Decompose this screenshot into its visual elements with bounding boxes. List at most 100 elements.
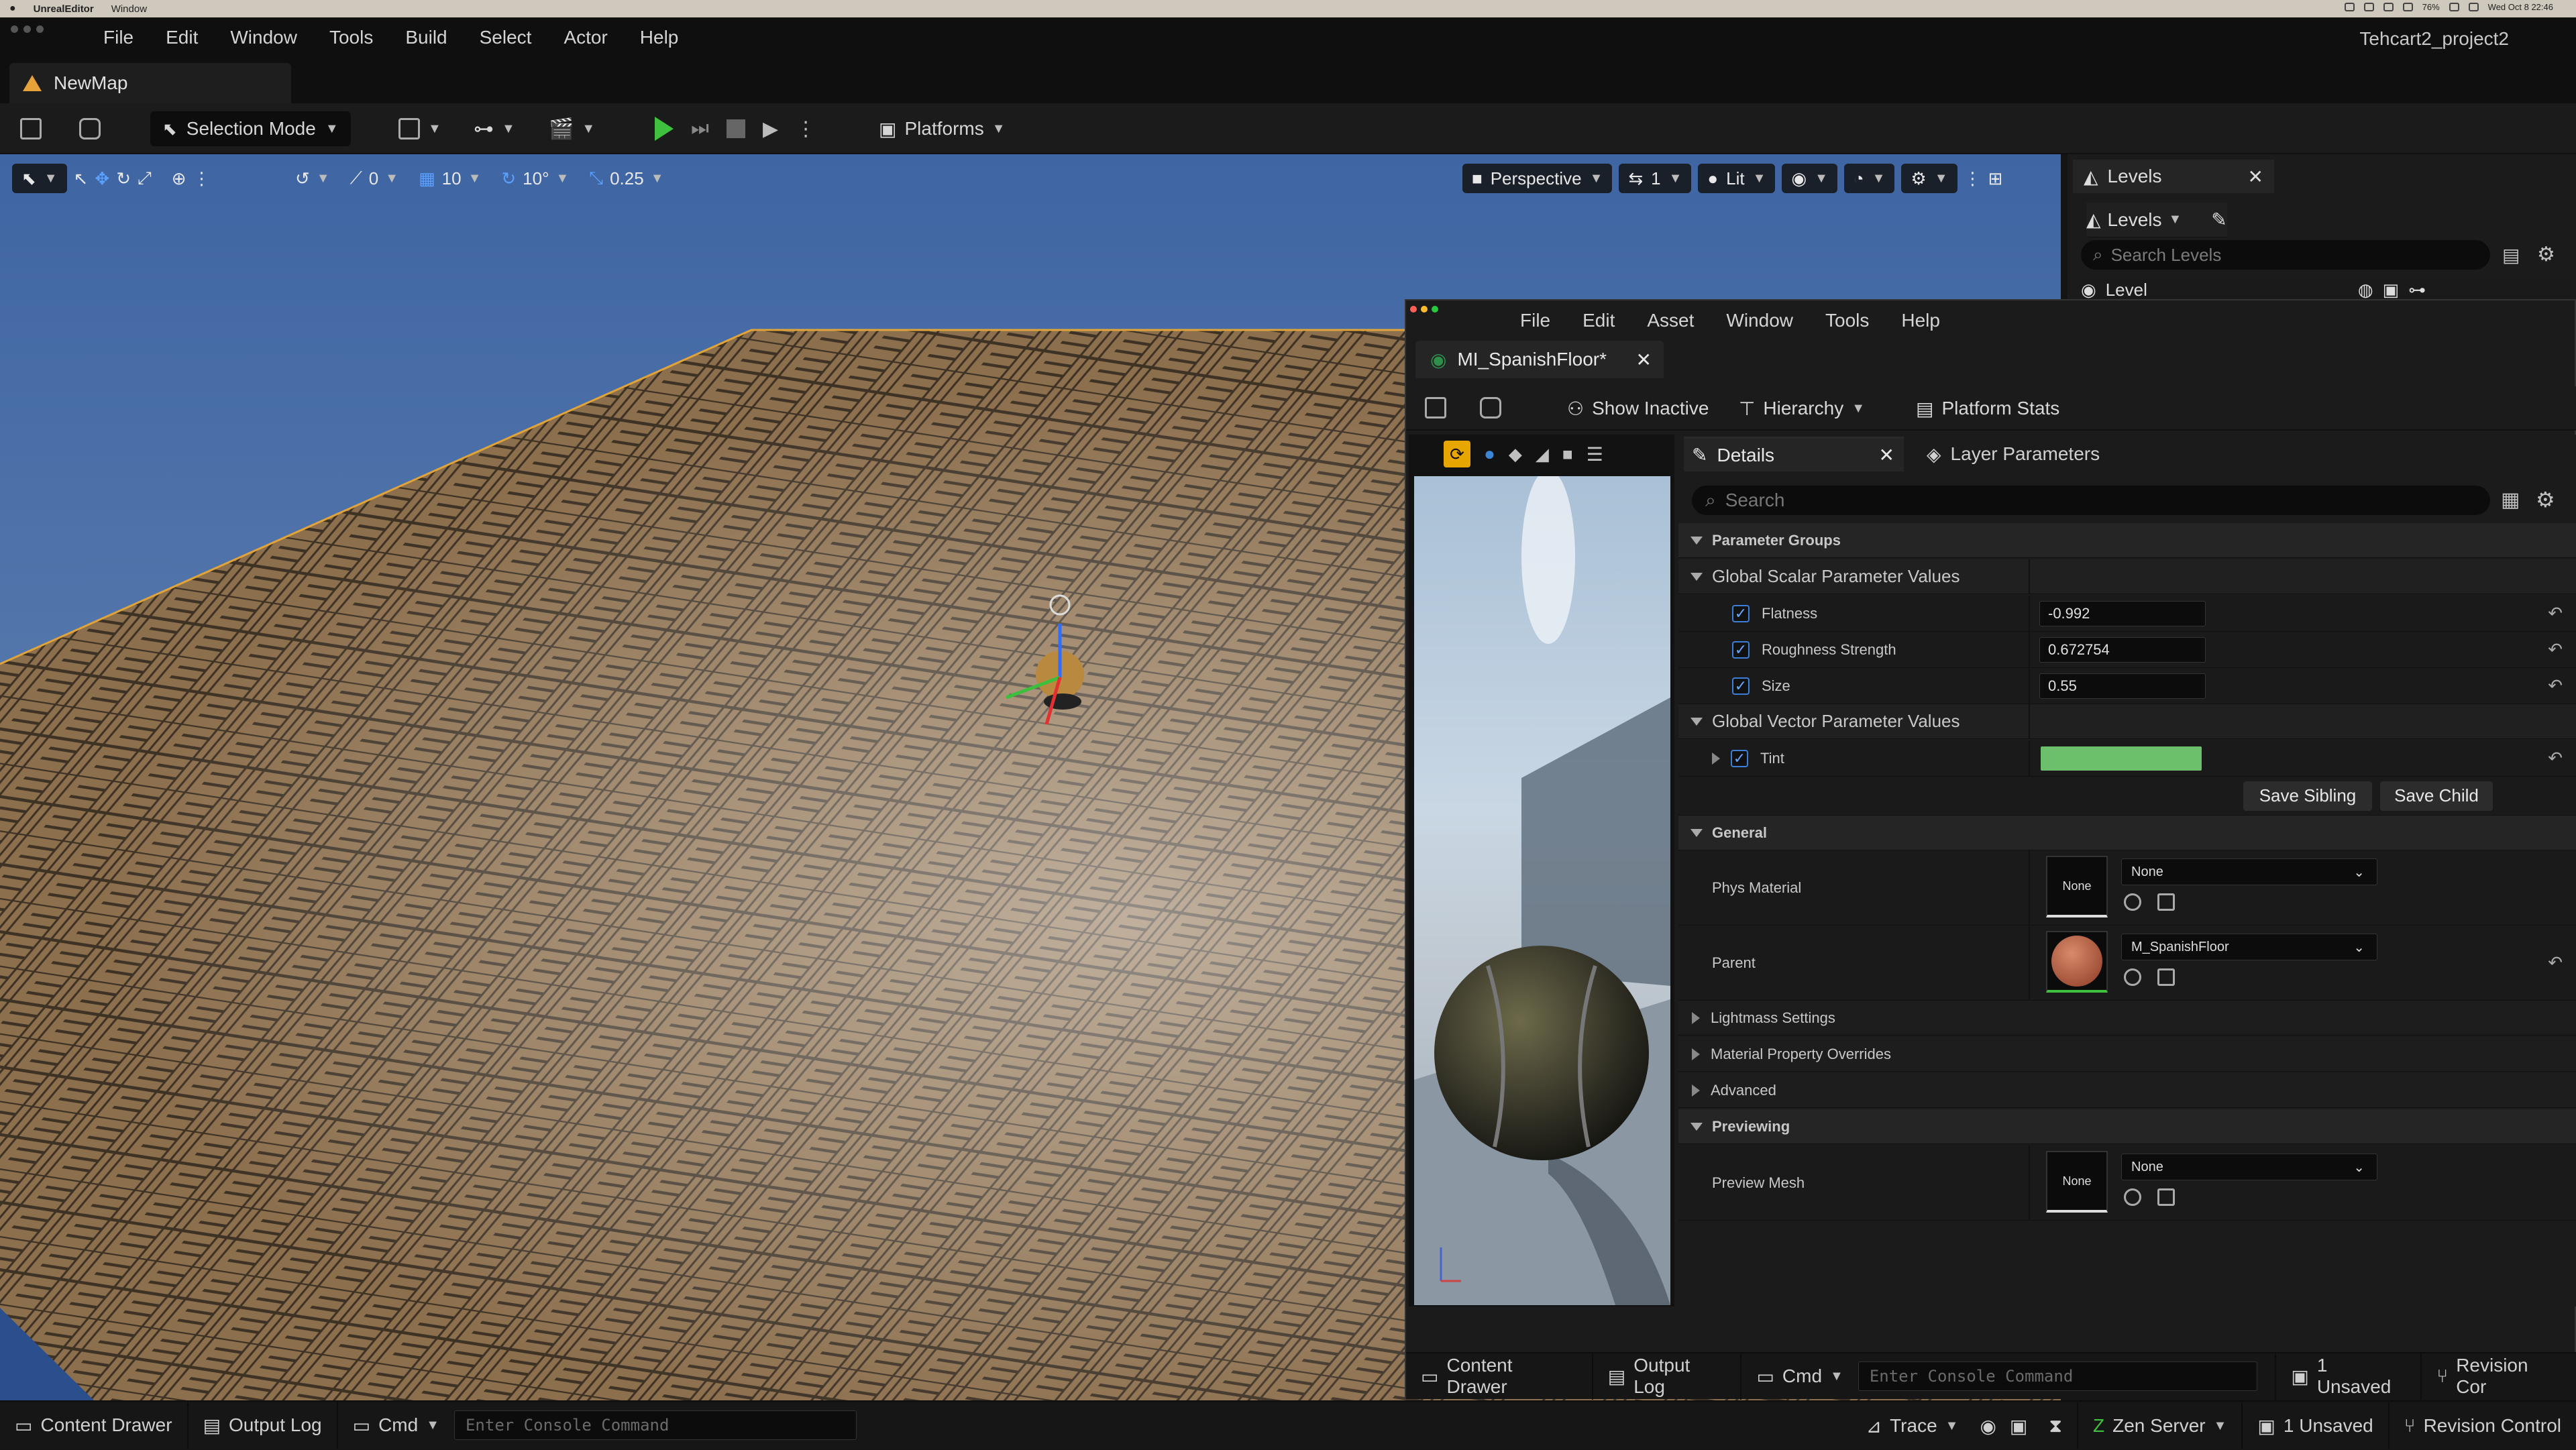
use-selected-icon[interactable] — [2124, 1188, 2141, 1206]
reset-icon[interactable]: ↶ — [2548, 603, 2563, 624]
scale-snap-icon[interactable]: ⤡ — [589, 168, 603, 189]
preview-mesh-dropdown[interactable]: None ⌄ — [2121, 1154, 2377, 1180]
cylinder-preview-icon[interactable]: ◢ — [1536, 444, 1549, 465]
snapshot-icon[interactable]: ▣ — [2003, 1415, 2034, 1437]
clock[interactable]: Wed Oct 8 22:46 — [2488, 2, 2553, 12]
window-controls[interactable] — [1410, 306, 1438, 313]
gear-icon[interactable]: ⚙ — [2536, 487, 2555, 512]
more-icon[interactable]: ⋮ — [193, 168, 211, 189]
size-checkbox[interactable]: ✓ — [1732, 677, 1750, 695]
grid-size-value[interactable]: 10 — [442, 168, 462, 189]
cmd-dropdown[interactable]: ▭ Cmd ▼ — [338, 1402, 454, 1449]
window-menu[interactable]: Window — [111, 3, 147, 15]
menu-tools[interactable]: Tools — [313, 27, 389, 48]
size-input[interactable]: 0.55 — [2039, 673, 2206, 699]
camera-speed-dropdown[interactable]: ⇆ 1 ▼ — [1619, 164, 1692, 193]
app-menu-name[interactable]: UnrealEditor — [34, 3, 94, 15]
browse-icon[interactable] — [2157, 893, 2175, 911]
reset-icon[interactable]: ↶ — [2548, 748, 2563, 769]
viewport-options-button[interactable]: ⬉ ▼ — [12, 164, 67, 193]
save-icon[interactable] — [1425, 397, 1446, 419]
tab-newmap[interactable]: NewMap — [9, 63, 291, 103]
sphere-preview-icon[interactable]: ● — [1484, 443, 1495, 465]
layout-icon[interactable]: ⊞ — [1988, 168, 2003, 189]
tab-details[interactable]: ✎ Details ✕ — [1684, 437, 1904, 471]
platform-stats-button[interactable]: ▤ Platform Stats — [1916, 394, 2059, 423]
wifi-icon[interactable] — [2402, 3, 2413, 11]
levels-search-input[interactable]: ⌕ Search Levels — [2081, 240, 2490, 270]
reset-icon[interactable]: ↶ — [2548, 675, 2563, 696]
hourglass-icon[interactable]: ⧗ — [2034, 1415, 2077, 1437]
record-icon[interactable]: ◉ — [1973, 1415, 2002, 1437]
window-controls[interactable] — [11, 25, 44, 33]
status-icon[interactable] — [2383, 3, 2394, 11]
menu-icon[interactable]: ☰ — [1587, 443, 1603, 465]
save-child-button[interactable]: Save Child — [2380, 781, 2493, 811]
status-icon[interactable] — [2363, 3, 2374, 11]
show-inactive-button[interactable]: ⚇ Show Inactive — [1567, 394, 1709, 423]
menu-file[interactable]: File — [1504, 310, 1566, 331]
browse-icon[interactable] — [79, 118, 101, 140]
trace-dropdown[interactable]: ⊿ Trace ▼ — [1851, 1402, 1974, 1449]
show-dropdown[interactable]: ◉ ▼ — [1782, 164, 1837, 193]
roughness-checkbox[interactable]: ✓ — [1732, 640, 1750, 659]
menu-edit[interactable]: Edit — [150, 27, 214, 48]
group-scalar-parameters[interactable]: Global Scalar Parameter Values — [1678, 559, 2576, 594]
scale-snap-value[interactable]: 0.25 — [610, 168, 644, 189]
category-parameter-groups[interactable]: Parameter Groups — [1678, 523, 2576, 558]
performance-dropdown[interactable]: ◔ ▼ — [1843, 164, 1895, 193]
snap-value[interactable]: 0 — [369, 168, 378, 189]
flatness-input[interactable]: -0.992 — [2039, 600, 2206, 626]
tint-color-swatch[interactable] — [2041, 746, 2202, 771]
group-vector-parameters[interactable]: Global Vector Parameter Values — [1678, 704, 2576, 739]
select-tool-icon[interactable]: ↖ — [74, 168, 89, 189]
status-icon[interactable] — [2344, 3, 2355, 11]
close-icon[interactable]: ✕ — [1636, 349, 1652, 371]
menu-help[interactable]: Help — [1885, 310, 1956, 331]
play-icon[interactable] — [655, 117, 674, 141]
save-icon[interactable] — [20, 118, 42, 140]
tab-layer-parameters[interactable]: ◈ Layer Parameters — [1904, 443, 2100, 465]
reset-icon[interactable]: ↶ — [2548, 952, 2563, 973]
world-space-icon[interactable]: ⊕ — [172, 168, 186, 189]
use-selected-icon[interactable] — [2124, 893, 2141, 911]
platforms-button[interactable]: ▣ Platforms ▼ — [879, 111, 1006, 146]
material-preview-viewport[interactable] — [1414, 476, 1670, 1305]
phys-material-dropdown[interactable]: None ⌄ — [2121, 858, 2377, 885]
tab-levels[interactable]: ◭ Levels ✕ — [2073, 160, 2274, 193]
plane-preview-icon[interactable]: ◆ — [1509, 444, 1522, 465]
gear-icon[interactable]: ⚙ — [2537, 243, 2555, 266]
add-actor-button[interactable]: ▼ — [398, 111, 441, 146]
battery-icon[interactable] — [2449, 3, 2459, 11]
tint-checkbox[interactable]: ✓ — [1731, 749, 1748, 767]
phys-material-thumbnail[interactable]: None — [2046, 856, 2108, 917]
output-log-button[interactable]: ▤ Output Log — [189, 1402, 338, 1449]
cinematics-button[interactable]: 🎬 ▼ — [549, 111, 595, 146]
preview-mesh-thumbnail[interactable]: None — [2046, 1151, 2108, 1213]
expand-icon[interactable] — [1712, 752, 1720, 765]
launch-icon[interactable]: ▶ — [763, 117, 778, 141]
console-command-input[interactable]: Enter Console Command — [1858, 1361, 2258, 1391]
console-command-input[interactable]: Enter Console Command — [453, 1410, 857, 1440]
roughness-strength-input[interactable]: 0.672754 — [2039, 636, 2206, 663]
list-item[interactable]: ◉ Level ◍ ▣ ⊶ — [2081, 279, 2571, 302]
output-log-button[interactable]: ▤ Output Log — [1593, 1353, 1742, 1400]
actor-transform-gizmo[interactable] — [993, 583, 1127, 751]
reset-icon[interactable]: ↶ — [2548, 639, 2563, 660]
menu-window[interactable]: Window — [214, 27, 313, 48]
eye-icon[interactable]: ◉ — [2081, 280, 2096, 300]
table-view-icon[interactable]: ▦ — [2501, 488, 2520, 512]
menu-tools[interactable]: Tools — [1809, 310, 1885, 331]
browse-icon[interactable] — [2157, 1188, 2175, 1206]
view-mode-dropdown[interactable]: ● Lit ▼ — [1698, 164, 1776, 193]
realtime-icon[interactable]: ⟳ — [1444, 441, 1470, 467]
search-icon[interactable] — [2468, 3, 2479, 11]
unsaved-button[interactable]: ▣ 1 Unsaved — [2275, 1353, 2422, 1400]
use-selected-icon[interactable] — [2124, 968, 2141, 986]
menu-build[interactable]: Build — [389, 27, 463, 48]
rotate-snap-value[interactable]: 10° — [523, 168, 549, 189]
translate-tool-icon[interactable]: ✥ — [95, 168, 109, 189]
category-lightmass-settings[interactable]: Lightmass Settings — [1678, 1001, 2576, 1036]
menu-edit[interactable]: Edit — [1566, 310, 1631, 331]
menu-window[interactable]: Window — [1710, 310, 1809, 331]
